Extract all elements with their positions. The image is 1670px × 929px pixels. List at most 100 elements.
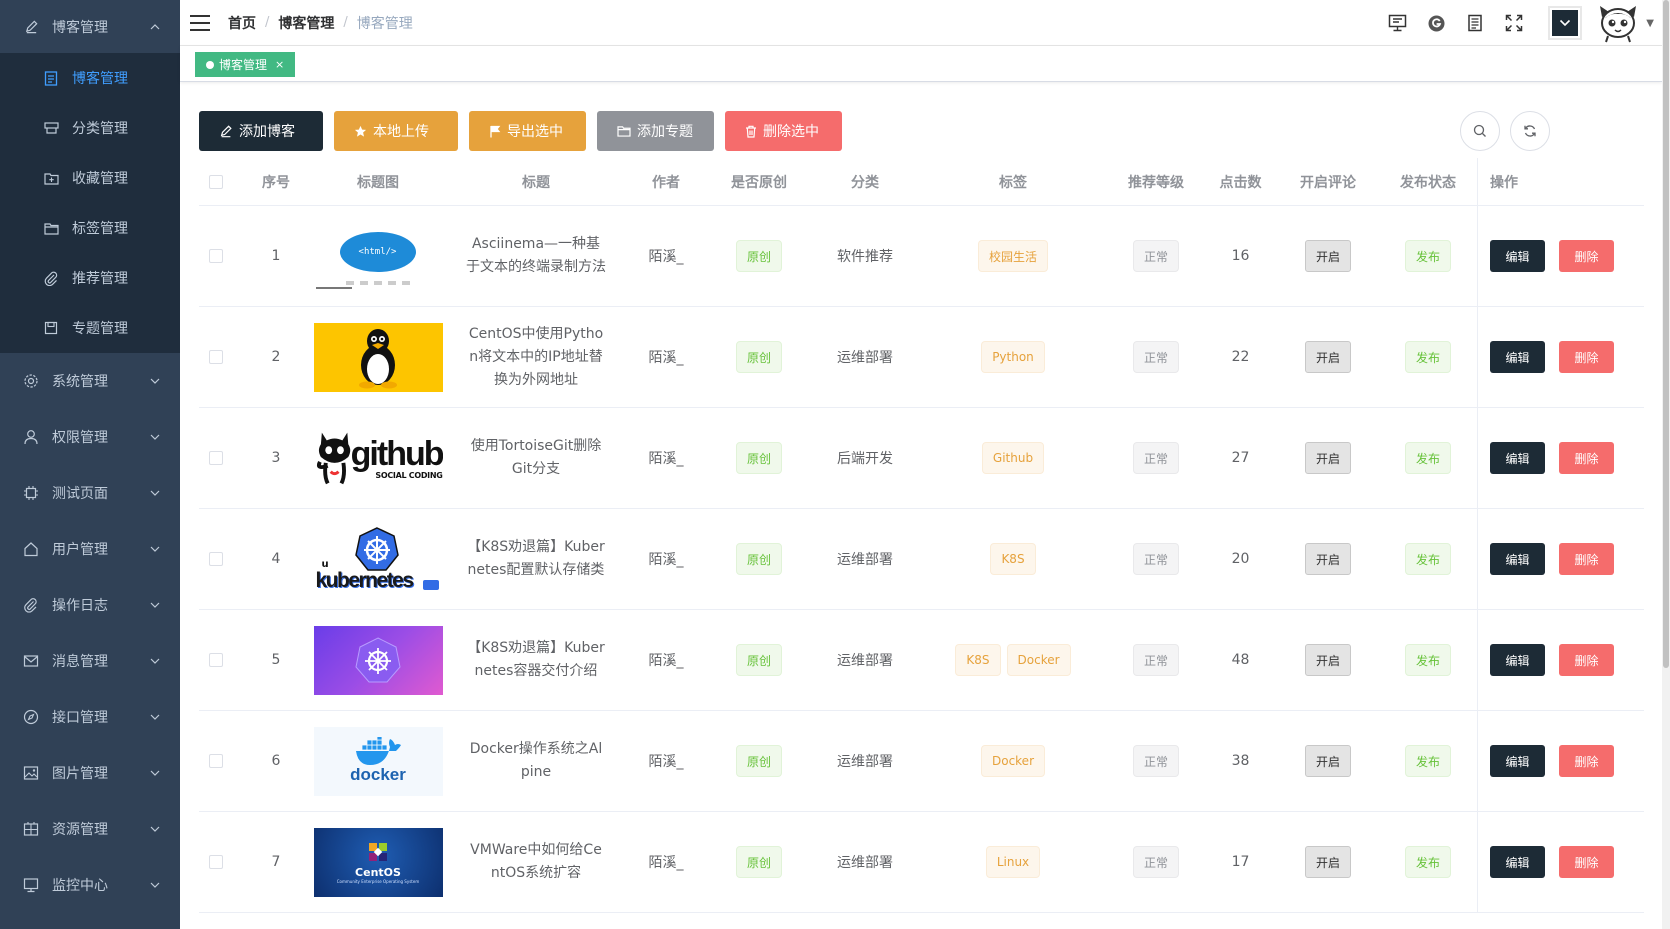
tag-badge: K8S <box>955 644 1001 676</box>
breadcrumb-home[interactable]: 首页 <box>228 13 256 33</box>
table-row[interactable]: 7 CentOS Community Enterprise Operating Sy… <box>199 812 1644 913</box>
close-icon[interactable]: × <box>275 58 284 71</box>
sidebar-item-category[interactable]: 分类管理 <box>0 103 180 153</box>
header-tags: 标签 <box>999 174 1027 191</box>
sidebar-item-blog[interactable]: 博客管理 <box>0 53 180 103</box>
header-checkbox-cell <box>199 174 242 189</box>
edit-button[interactable]: 编辑 <box>1490 745 1545 777</box>
table-row[interactable]: 5 【K8S劝退篇】Kubernetes容器交付介绍 陌溪_ 原创 运维部署 K8S Doc… <box>199 610 1644 711</box>
row-original-cell: 原创 <box>706 341 812 373</box>
sidebar-group-8[interactable]: 图片管理 <box>0 745 180 801</box>
g-circle-icon[interactable] <box>1425 12 1447 34</box>
sidebar-group-9[interactable]: 资源管理 <box>0 801 180 857</box>
edit-button[interactable]: 编辑 <box>1490 240 1545 272</box>
row-checkbox[interactable] <box>209 552 223 566</box>
hamburger-icon[interactable] <box>190 14 210 31</box>
sidebar-group-3[interactable]: 测试页面 <box>0 465 180 521</box>
delete-button[interactable]: 删除 <box>1559 341 1614 373</box>
chip-icon <box>22 484 40 502</box>
chevron-down-icon <box>1560 19 1571 27</box>
sidebar-group-label: 监控中心 <box>52 878 108 894</box>
add-blog-button[interactable]: 添加博客 <box>199 111 323 151</box>
edit-button[interactable]: 编辑 <box>1490 341 1545 373</box>
row-thumbnail[interactable]: github SOCIAL CODING <box>310 423 446 493</box>
caret-down-icon[interactable]: ▼ <box>1646 18 1654 29</box>
row-checkbox[interactable] <box>209 653 223 667</box>
thumb-subtext: Community Enterprise Operating System <box>336 879 420 884</box>
scrollbar[interactable] <box>1662 0 1670 929</box>
row-ops-cell: 编辑 删除 <box>1477 812 1637 912</box>
tag-badge: 校园生活 <box>977 240 1048 272</box>
theme-dropdown-button[interactable] <box>1548 6 1583 40</box>
row-checkbox[interactable] <box>209 350 223 364</box>
header-original: 是否原创 <box>731 174 787 191</box>
delete-button[interactable]: 删除 <box>1559 846 1614 878</box>
fullscreen-icon[interactable] <box>1503 12 1525 34</box>
sidebar-item-label: 推荐管理 <box>72 271 128 287</box>
monitor-icon[interactable] <box>1386 12 1408 34</box>
thumb-text: github <box>350 434 443 473</box>
table-row[interactable]: 1 <html/> Asciinema—一种基于文本的终端录制方法 陌溪_ 原创 软件推荐… <box>199 206 1644 307</box>
delete-button[interactable]: 删除 <box>1559 745 1614 777</box>
row-thumbnail[interactable]: CentOS Community Enterprise Operating Sys… <box>310 827 446 897</box>
delete-button[interactable]: 删除 <box>1559 543 1614 575</box>
edit-button[interactable]: 编辑 <box>1490 644 1545 676</box>
search-toggle-button[interactable] <box>1460 111 1500 151</box>
document-icon[interactable] <box>1464 12 1486 34</box>
chevron-down-icon <box>150 434 160 440</box>
refresh-button[interactable] <box>1510 111 1550 151</box>
sidebar-item-subject[interactable]: 专题管理 <box>0 303 180 353</box>
menu-title-blog[interactable]: 博客管理 <box>0 0 180 53</box>
table-row[interactable]: 3 github SOCIAL CODING 使用TortoiseGit删除Git分支… <box>199 408 1644 509</box>
delete-button[interactable]: 删除 <box>1559 240 1614 272</box>
row-thumbnail[interactable] <box>310 625 446 695</box>
add-subject-label: 添加专题 <box>637 124 693 140</box>
row-original-cell: 原创 <box>706 240 812 272</box>
add-subject-button[interactable]: 添加专题 <box>597 111 714 151</box>
export-selected-button[interactable]: 导出选中 <box>469 111 586 151</box>
row-checkbox[interactable] <box>209 451 223 465</box>
row-checkbox[interactable] <box>209 754 223 768</box>
sidebar-group-6[interactable]: 消息管理 <box>0 633 180 689</box>
edit-button[interactable]: 编辑 <box>1490 846 1545 878</box>
row-checkbox[interactable] <box>209 249 223 263</box>
table-row[interactable]: 6 docker Docker操作系统之Alpine 陌溪_ 原创 运维部署 Docker 正… <box>199 711 1644 812</box>
sidebar-group-1[interactable]: 系统管理 <box>0 353 180 409</box>
sidebar-group-5[interactable]: 操作日志 <box>0 577 180 633</box>
row-thumbnail[interactable] <box>310 322 446 392</box>
table-row[interactable]: 4 u kubernetes 【K8S劝退篇】Kubernetes配置默认存储类 陌溪_… <box>199 509 1644 610</box>
sidebar-group-label: 消息管理 <box>52 654 108 670</box>
row-thumbnail[interactable]: u kubernetes <box>310 524 446 594</box>
search-icon <box>1473 124 1486 137</box>
row-ops-cell: 编辑 删除 <box>1477 610 1637 710</box>
house-icon <box>22 540 40 558</box>
row-checkbox[interactable] <box>209 855 223 869</box>
category-icon <box>42 119 60 137</box>
delete-button[interactable]: 删除 <box>1559 644 1614 676</box>
delete-button[interactable]: 删除 <box>1559 442 1614 474</box>
avatar[interactable] <box>1596 3 1640 43</box>
row-thumbnail[interactable]: <html/> <box>310 221 446 291</box>
tag-active[interactable]: 博客管理 × <box>195 52 296 77</box>
chevron-down-icon <box>150 826 160 832</box>
sidebar-item-tags[interactable]: 标签管理 <box>0 203 180 253</box>
sidebar-group-4[interactable]: 用户管理 <box>0 521 180 577</box>
sidebar-item-recommend[interactable]: 推荐管理 <box>0 253 180 303</box>
sidebar-group-7[interactable]: 接口管理 <box>0 689 180 745</box>
row-author: 陌溪_ <box>648 855 684 871</box>
chevron-down-icon <box>150 770 160 776</box>
breadcrumb-blog-manage[interactable]: 博客管理 <box>278 13 334 33</box>
edit-button[interactable]: 编辑 <box>1490 442 1545 474</box>
row-title-cell: 使用TortoiseGit删除Git分支 <box>446 435 626 481</box>
row-thumbnail[interactable]: docker <box>310 726 446 796</box>
sidebar-group-2[interactable]: 权限管理 <box>0 409 180 465</box>
sidebar-group-10[interactable]: 监控中心 <box>0 857 180 913</box>
scrollbar-thumb[interactable] <box>1663 0 1669 668</box>
edit-button[interactable]: 编辑 <box>1490 543 1545 575</box>
local-upload-button[interactable]: 本地上传 <box>334 111 458 151</box>
select-all-checkbox[interactable] <box>209 174 223 189</box>
delete-selected-button[interactable]: 删除选中 <box>725 111 842 151</box>
sidebar-item-favorites[interactable]: 收藏管理 <box>0 153 180 203</box>
paperclip-icon <box>42 269 60 287</box>
table-row[interactable]: 2 CentOS中使用Python将文本中的IP地址替换为外网地址 陌溪_ 原创 运维部… <box>199 307 1644 408</box>
